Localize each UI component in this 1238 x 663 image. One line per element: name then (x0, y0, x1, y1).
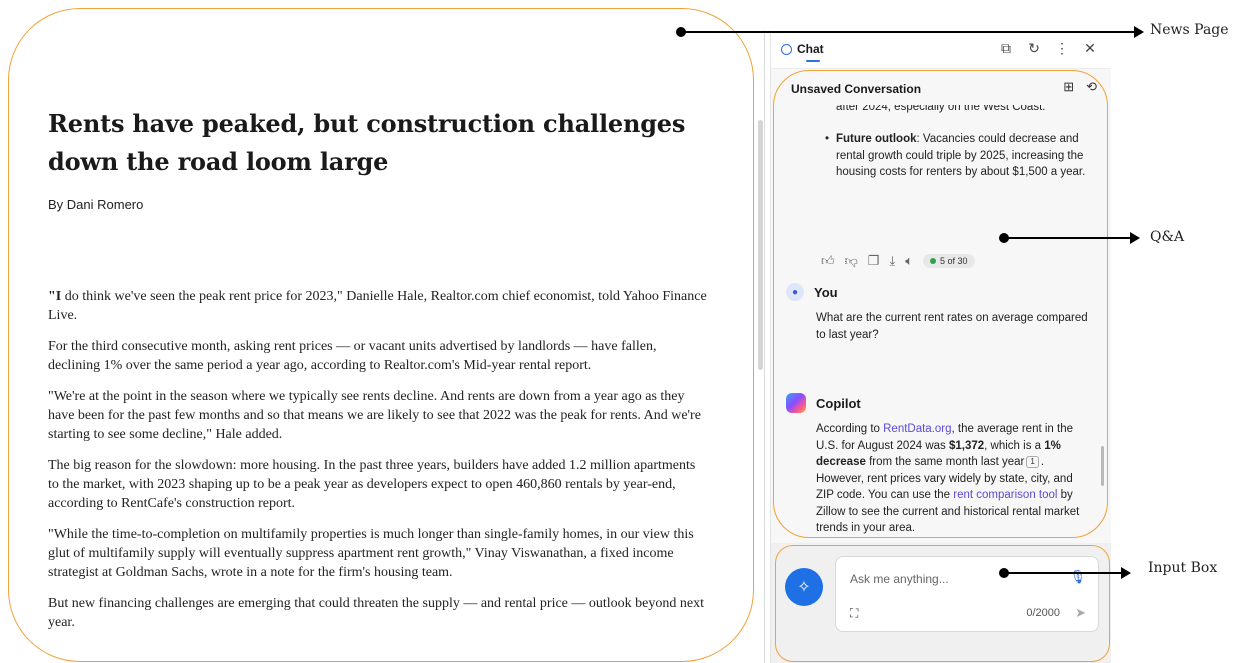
screenshot-icon[interactable]: ⛶ (850, 606, 858, 621)
response-count: 5 of 30 (940, 256, 968, 266)
add-chat-icon[interactable]: ⊞ (1063, 79, 1074, 95)
user-avatar-icon: ● (786, 283, 804, 301)
conversation-actions: ⊞ ⟲ (1063, 79, 1097, 95)
citation-badge[interactable]: 1 (1026, 456, 1039, 468)
bullet-dot: • (825, 133, 830, 145)
refresh-icon[interactable]: ↻ (1027, 40, 1041, 57)
pointer-arrowhead (1121, 567, 1131, 579)
new-topic-icon: ✧ (797, 579, 811, 596)
message-fragment: after 2024, especially on the West Coast… (836, 105, 1046, 113)
copilot-sender: Copilot (786, 393, 861, 413)
copilot-message: According to RentData.org, the average r… (816, 421, 1091, 537)
input-box-pointer (999, 567, 1131, 579)
article-paragraph: "We're at the point in the season where … (48, 389, 701, 442)
thumbs-down-icon[interactable]: 👎︎ (845, 253, 858, 269)
input-area: ✧ 🎙︎ ⛶ 0/2000 ➤ (771, 543, 1111, 663)
download-icon[interactable]: ⤓ (889, 253, 895, 269)
article-headline: Rents have peaked, but construction chal… (48, 109, 686, 176)
article-paragraph: For the third consecutive month, asking … (48, 339, 657, 373)
pointer-dot (676, 27, 686, 37)
response-count-badge: 5 of 30 (923, 254, 975, 268)
copilot-logo-icon (786, 393, 806, 413)
response-actions: 👍︎ 👎︎ ❐ ⤓ 🔈︎ 5 of 30 (821, 253, 975, 269)
chat-panel: Chat ⧉ ↻ ⋮ ✕ Unsaved Conversation ⊞ ⟲ af… (770, 30, 1111, 663)
pointer-dot (999, 233, 1009, 243)
pointer-arrowhead (1134, 26, 1144, 38)
history-icon[interactable]: ⟲ (1086, 79, 1097, 95)
qa-pointer (999, 232, 1140, 244)
article-paragraph: "While the time-to-completion on multifa… (48, 527, 694, 580)
message-list[interactable]: after 2024, especially on the West Coast… (771, 105, 1111, 543)
tab-chat[interactable]: Chat (781, 42, 824, 56)
msg-text-part: from the same month last year (865, 456, 1025, 468)
user-message: What are the current rent rates on avera… (816, 312, 1088, 341)
tab-chat-label: Chat (797, 42, 824, 56)
copilot-name: Copilot (816, 395, 861, 411)
panel-header: Chat ⧉ ↻ ⋮ ✕ (771, 30, 1111, 69)
page-scrollbar[interactable] (758, 120, 763, 370)
panel-divider (764, 30, 765, 663)
character-count: 0/2000 (1026, 607, 1060, 619)
active-tab-indicator (806, 60, 820, 62)
msg-bold-price: $1,372 (948, 439, 985, 452)
conversation-bar: Unsaved Conversation ⊞ ⟲ (771, 69, 1111, 105)
input-box-label: Input Box (1148, 560, 1218, 576)
article-body: "I do think we've seen the peak rent pri… (48, 287, 708, 644)
rent-comparison-link[interactable]: rent comparison tool (953, 489, 1057, 501)
conversation-title: Unsaved Conversation (791, 82, 922, 96)
rentdata-link[interactable]: RentData.org (883, 423, 951, 435)
new-topic-button[interactable]: ✧ (785, 568, 823, 606)
thumbs-up-icon[interactable]: 👍︎ (821, 253, 835, 269)
status-dot (930, 258, 937, 264)
article-paragraph: "I do think we've seen the peak rent pri… (48, 287, 708, 325)
panel-header-actions: ⧉ ↻ ⋮ ✕ (999, 40, 1097, 57)
news-page-label: News Page (1150, 22, 1229, 38)
conversation-area: Unsaved Conversation ⊞ ⟲ after 2024, esp… (771, 69, 1111, 543)
user-sender: ● You (786, 283, 838, 301)
qa-label: Q&A (1150, 229, 1185, 245)
chat-bubble-icon (781, 43, 792, 55)
read-aloud-icon[interactable]: 🔈︎ (905, 253, 913, 269)
open-external-icon[interactable]: ⧉ (999, 40, 1013, 57)
close-icon[interactable]: ✕ (1083, 40, 1097, 57)
news-page-pointer (676, 26, 1144, 38)
bullet-label: Future outlook (836, 133, 917, 145)
send-icon[interactable]: ➤ (1075, 605, 1086, 621)
article-paragraph-text: do think we've seen the peak rent price … (48, 289, 707, 323)
pointer-dot (999, 568, 1009, 578)
user-name: You (814, 284, 838, 300)
article-paragraph: But new financing challenges are emergin… (48, 596, 704, 630)
msg-text-part: , which is a (984, 439, 1045, 452)
bullet-item: • Future outlook: Vacancies could decrea… (825, 131, 1095, 181)
more-icon[interactable]: ⋮ (1055, 40, 1069, 57)
input-box: 🎙︎ ⛶ 0/2000 ➤ (835, 556, 1099, 632)
article-drop-quote: "I (48, 289, 62, 304)
msg-text-part: According to (816, 423, 884, 435)
news-article: Rents have peaked, but construction chal… (48, 105, 708, 212)
chat-scrollbar[interactable] (1101, 446, 1104, 486)
article-byline: By Dani Romero (48, 197, 144, 212)
pointer-arrowhead (1130, 232, 1140, 244)
article-paragraph: The big reason for the slowdown: more ho… (48, 458, 696, 511)
bullet-text: Future outlook: Vacancies could decrease… (836, 131, 1095, 181)
copy-icon[interactable]: ❐ (868, 253, 880, 269)
